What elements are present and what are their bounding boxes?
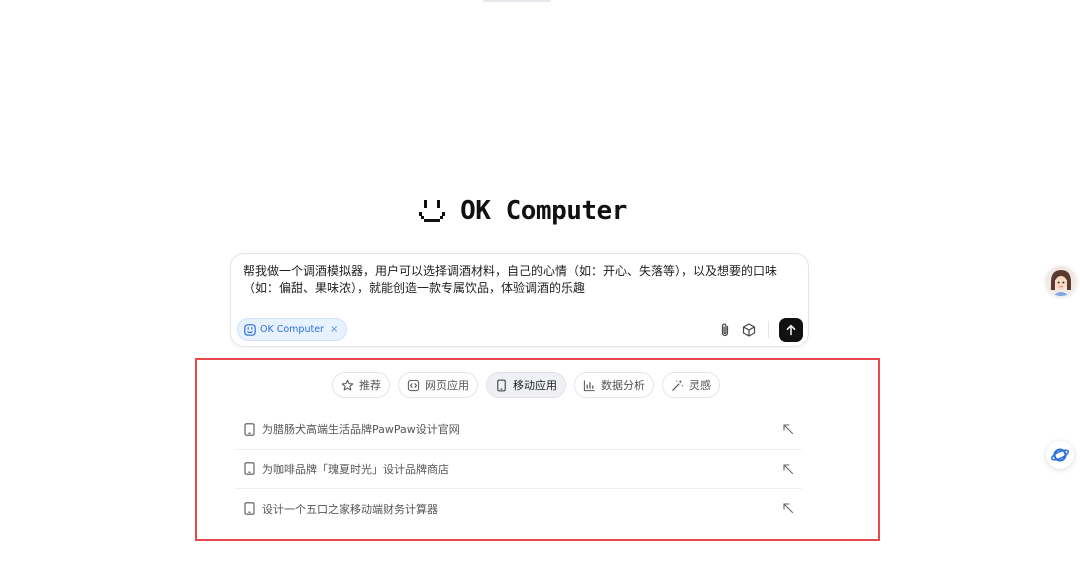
mode-chip-ok-computer[interactable]: OK Computer ×	[237, 318, 348, 341]
suggestion-list: 为腊肠犬高端生活品牌PawPaw设计官网 为咖啡品牌「瑰夏时光」设计品牌商店 设…	[234, 410, 802, 529]
suggestion-text: 为咖啡品牌「瑰夏时光」设计品牌商店	[262, 462, 449, 476]
arrow-up-left-icon[interactable]	[782, 502, 794, 514]
mode-chip-close-icon[interactable]: ×	[330, 324, 338, 335]
mobile-icon	[244, 423, 255, 436]
orbit-logo-icon	[1050, 448, 1070, 462]
suggestion-item[interactable]: 设计一个五口之家移动端财务计算器	[234, 489, 802, 529]
assistant-avatar[interactable]	[1046, 266, 1076, 296]
assistant-avatar-icon	[1046, 266, 1076, 296]
suggestion-item[interactable]: 为咖啡品牌「瑰夏时光」设计品牌商店	[234, 450, 802, 489]
category-tabs: 推荐 网页应用 移动应用 数据分析 灵感	[332, 372, 720, 398]
toolbar-divider	[768, 321, 769, 338]
tab-label: 灵感	[689, 379, 711, 392]
suggestion-text: 为腊肠犬高端生活品牌PawPaw设计官网	[262, 423, 460, 437]
tab-label: 网页应用	[425, 379, 469, 392]
tab-label: 数据分析	[601, 379, 645, 392]
suggestion-item[interactable]: 为腊肠犬高端生活品牌PawPaw设计官网	[234, 410, 802, 450]
tab-mobile-apps[interactable]: 移动应用	[486, 372, 566, 398]
mode-chip-label: OK Computer	[260, 324, 324, 335]
paperclip-icon[interactable]	[717, 322, 733, 338]
bar-chart-icon	[583, 379, 595, 391]
smile-badge-icon	[244, 323, 256, 336]
arrow-up-icon	[786, 324, 796, 336]
cube-icon[interactable]	[741, 322, 757, 338]
suggestion-text: 设计一个五口之家移动端财务计算器	[262, 502, 438, 516]
tab-label: 移动应用	[513, 379, 557, 392]
prompt-composer[interactable]: 帮我做一个调酒模拟器，用户可以选择调酒材料，自己的心情（如：开心、失落等），以及…	[230, 253, 809, 347]
tab-data-analysis[interactable]: 数据分析	[574, 372, 654, 398]
brand-header: OK Computer	[0, 196, 1045, 226]
arrow-up-left-icon[interactable]	[782, 423, 794, 435]
mobile-icon	[497, 379, 506, 391]
prompt-input[interactable]: 帮我做一个调酒模拟器，用户可以选择调酒材料，自己的心情（如：开心、失落等），以及…	[243, 263, 795, 297]
floating-help-button[interactable]	[1046, 441, 1074, 469]
mobile-icon	[244, 462, 255, 475]
tab-web-apps[interactable]: 网页应用	[398, 372, 478, 398]
tab-label: 推荐	[359, 379, 381, 392]
mobile-icon	[244, 502, 255, 515]
arrow-up-left-icon[interactable]	[782, 463, 794, 475]
smile-logo-icon	[419, 200, 446, 222]
star-icon	[341, 379, 354, 390]
top-indicator	[483, 0, 551, 2]
magic-wand-icon	[672, 379, 684, 391]
brand-title: OK Computer	[460, 196, 627, 226]
tab-recommended[interactable]: 推荐	[332, 372, 390, 398]
send-button[interactable]	[779, 318, 803, 342]
tab-inspiration[interactable]: 灵感	[662, 372, 720, 398]
code-icon	[407, 379, 420, 391]
